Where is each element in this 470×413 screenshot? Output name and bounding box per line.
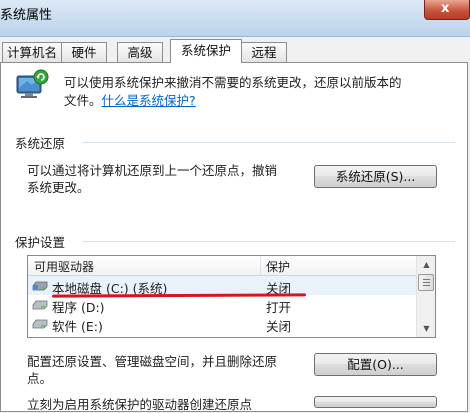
- configure-button[interactable]: 配置(O)...: [314, 353, 437, 376]
- drive-row-d[interactable]: 程序 (D:) 打开: [28, 295, 416, 315]
- create-button[interactable]: [314, 396, 437, 408]
- intro-line-2: 文件。什么是系统保护?: [64, 90, 196, 109]
- list-scrollbar[interactable]: ▲ ▼: [416, 256, 435, 337]
- group-divider: [82, 142, 455, 143]
- tab-hardware[interactable]: 硬件: [61, 42, 107, 62]
- system-disk-icon: [32, 281, 48, 291]
- tab-remote[interactable]: 远程: [241, 42, 287, 62]
- intro-prefix: 文件。: [64, 93, 102, 108]
- tab-system-protection[interactable]: 系统保护: [170, 39, 242, 63]
- close-button[interactable]: x: [424, 0, 470, 20]
- tab-computer-name[interactable]: 计算机名: [2, 42, 62, 62]
- drive-row-e[interactable]: 软件 (E:) 关闭: [28, 314, 416, 334]
- configure-desc-2: 点。: [27, 371, 53, 386]
- title-bar: 系统属性 x: [0, 0, 470, 37]
- disk-icon: [32, 319, 48, 329]
- drive-protection-status: 关闭: [266, 319, 292, 334]
- column-header-drives[interactable]: 可用驱动器: [34, 258, 94, 275]
- configure-desc-1: 配置还原设置、管理磁盘空间，并且删除还原: [27, 354, 278, 369]
- window-title: 系统属性: [0, 8, 53, 23]
- scroll-up-arrow-icon[interactable]: ▲: [417, 256, 435, 273]
- column-divider: [260, 256, 261, 275]
- list-header: 可用驱动器 保护: [28, 256, 416, 276]
- drive-name: 软件 (E:): [52, 319, 103, 334]
- scroll-down-arrow-icon[interactable]: ▼: [417, 320, 435, 337]
- column-header-protection[interactable]: 保护: [266, 258, 290, 275]
- protection-settings-heading: 保护设置: [15, 235, 66, 250]
- what-is-system-protection-link[interactable]: 什么是系统保护?: [102, 93, 196, 108]
- disk-icon: [32, 300, 48, 310]
- system-restore-button[interactable]: 系统还原(S)...: [314, 165, 437, 188]
- close-icon: x: [441, 1, 450, 16]
- intro-line-1: 可以使用系统保护来撤消不需要的系统更改，还原以前版本的: [64, 75, 402, 90]
- scroll-thumb[interactable]: [418, 274, 434, 291]
- drive-row-c[interactable]: 本地磁盘 (C:) (系统) 关闭: [28, 276, 416, 296]
- system-restore-heading: 系统还原: [15, 136, 66, 151]
- group-divider: [82, 241, 455, 242]
- tab-advanced[interactable]: 高级: [117, 42, 163, 62]
- system-protection-icon: [16, 69, 49, 98]
- system-restore-desc-2: 系统更改。: [27, 180, 90, 195]
- create-restore-point-desc: 立刻为启用系统保护的驱动器创建还原点: [27, 397, 253, 412]
